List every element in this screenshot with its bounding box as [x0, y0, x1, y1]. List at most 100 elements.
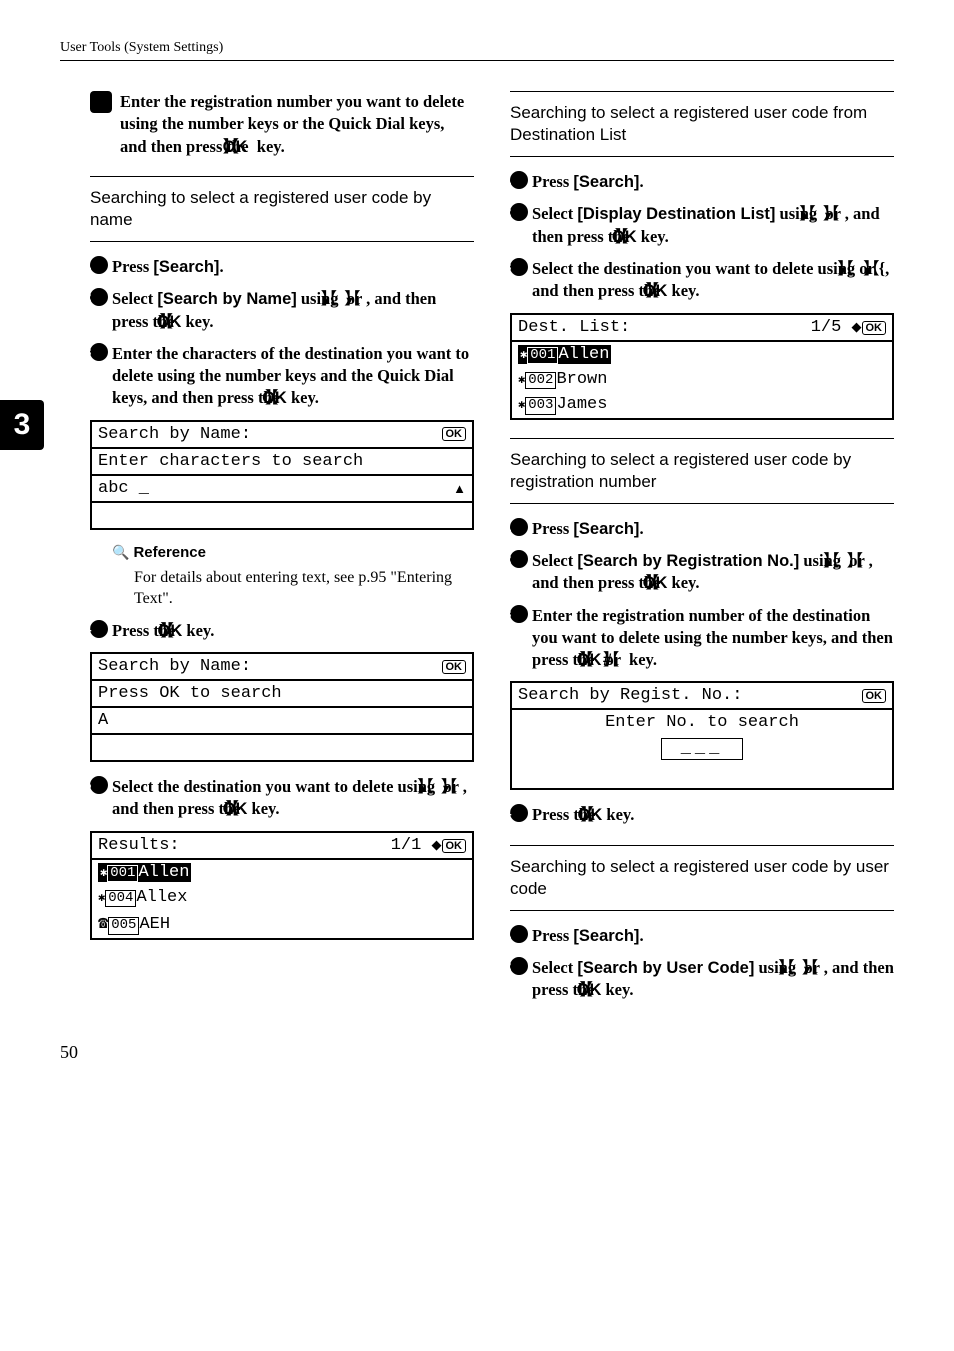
destination-icon — [100, 863, 107, 882]
substep-1: 1Press [Search]. — [90, 256, 474, 278]
substep-2: 2Select [Search by Name] using or , and … — [90, 288, 474, 333]
dest-name: Allen — [138, 863, 189, 882]
screen-input-box: ___ — [661, 738, 743, 760]
substep-1: 1Press [Search]. — [510, 925, 894, 947]
substep-3: 3Enter the characters of the destination… — [90, 343, 474, 410]
substep-2: 2Select [Search by Registration No.] usi… — [510, 550, 894, 595]
section-title: Searching to select a registered user co… — [510, 91, 894, 157]
substep-number-icon: 3 — [510, 605, 528, 623]
page-indicator: 1/1 — [391, 836, 422, 855]
dest-name: AEH — [139, 915, 170, 934]
substep-text: Select — [532, 204, 577, 223]
substep-text: key. — [182, 621, 214, 640]
dest-number: 004 — [105, 890, 136, 907]
substep-number-icon: 3 — [510, 258, 528, 276]
substep-text: key. — [625, 650, 657, 669]
menu-item-label: [Search by User Code] — [577, 959, 754, 977]
dest-number: 001 — [107, 865, 138, 882]
ok-indicator-icon: OK — [862, 689, 887, 703]
substep-number-icon: 1 — [510, 925, 528, 943]
dest-number: 005 — [108, 917, 139, 934]
screen-prompt: Press OK to search — [98, 684, 282, 703]
search-button-label: [Search] — [573, 927, 639, 945]
dest-name: James — [556, 395, 607, 414]
substep-number-icon: 1 — [510, 171, 528, 189]
substep-text: Press — [112, 257, 153, 276]
substep-number-icon: 5 — [90, 776, 108, 794]
substep-text: key. — [602, 805, 634, 824]
substep-text: key. — [637, 227, 669, 246]
lcd-screen: Dest. List: 1/5 ◆OK 001Allen 002Brown 00… — [510, 313, 894, 420]
substep-text: key. — [287, 388, 319, 407]
page-number: 50 — [60, 1042, 894, 1063]
updown-indicator-icon: ◆ — [852, 319, 862, 334]
substep-text: Press — [532, 926, 573, 945]
menu-item-label: [Search by Name] — [157, 290, 296, 308]
section-title: Searching to select a registered user co… — [510, 438, 894, 504]
screen-prompt: Enter No. to search — [605, 713, 799, 732]
substep-number-icon: 2 — [510, 203, 528, 221]
screen-title: Results: — [98, 836, 180, 855]
substep-3: 3Select the destination you want to dele… — [510, 258, 894, 303]
substep-text: Select the destination you want to delet… — [532, 259, 859, 278]
dest-name: Brown — [556, 370, 607, 389]
search-button-label: [Search] — [573, 520, 639, 538]
substep-number-icon: 1 — [90, 256, 108, 274]
substep-4: 4Press the OK key. — [510, 804, 894, 826]
up-indicator-icon: ▲ — [453, 481, 466, 496]
substep-number-icon: 2 — [510, 957, 528, 975]
substep-text: Select the destination you want to delet… — [112, 777, 439, 796]
substep-text: Select — [532, 551, 577, 570]
substep-text: key. — [601, 980, 633, 999]
substep-text: Select — [532, 958, 577, 977]
step-text: key. — [253, 137, 285, 156]
substep-text: Press — [532, 172, 573, 191]
destination-icon — [518, 395, 525, 414]
destination-icon — [520, 345, 527, 364]
substep-3: 3Enter the registration number of the de… — [510, 605, 894, 672]
step-number-icon: 6 — [90, 91, 112, 113]
substep-number-icon: 2 — [90, 288, 108, 306]
substep-number-icon: 1 — [510, 518, 528, 536]
dest-number: 001 — [527, 347, 558, 364]
substep-2: 2Select [Search by User Code] using or ,… — [510, 957, 894, 1002]
substep-text: Select — [112, 289, 157, 308]
step-6: 6 Enter the registration number you want… — [90, 91, 474, 158]
screen-prompt: Enter characters to search — [98, 452, 363, 471]
substep-1: 1Press [Search]. — [510, 171, 894, 193]
substep-text: key. — [667, 573, 699, 592]
destination-icon — [518, 370, 525, 389]
updown-indicator-icon: ◆ — [432, 837, 442, 852]
screen-title: Dest. List: — [518, 318, 630, 337]
lcd-screen: Results: 1/1 ◆OK 001Allen 004Allex 005AE… — [90, 831, 474, 940]
substep-number-icon: 3 — [90, 343, 108, 361]
lcd-screen: Search by Regist. No.: OK Enter No. to se… — [510, 681, 894, 790]
dest-name: Allen — [558, 345, 609, 364]
dest-number: 002 — [525, 372, 556, 389]
lcd-screen: Search by Name:OK Press OK to search A — [90, 652, 474, 762]
magnifier-icon — [112, 544, 133, 561]
chapter-tab: 3 — [0, 400, 44, 450]
substep-text: . — [639, 519, 643, 538]
substep-text: . — [639, 172, 643, 191]
screen-input: abc _ — [98, 479, 149, 498]
substep-1: 1Press [Search]. — [510, 518, 894, 540]
menu-item-label: [Search by Registration No.] — [577, 552, 799, 570]
substep-text: key. — [247, 799, 279, 818]
substep-text: Press — [532, 519, 573, 538]
step-text: Enter the registration number you want t… — [120, 92, 464, 156]
substep-number-icon: 2 — [510, 550, 528, 568]
screen-title: Search by Name: — [98, 425, 251, 444]
substep-number-icon: 4 — [510, 804, 528, 822]
screen-title: Search by Regist. No.: — [518, 686, 742, 705]
substep-5: 5Select the destination you want to dele… — [90, 776, 474, 821]
substep-4: 4Press the OK key. — [90, 620, 474, 642]
reference-heading: Reference — [112, 544, 474, 561]
substep-number-icon: 4 — [90, 620, 108, 638]
section-title: Searching to select a registered user co… — [90, 176, 474, 242]
dest-number: 003 — [525, 397, 556, 414]
ok-indicator-icon: OK — [862, 321, 887, 335]
lcd-screen: Search by Name:OK Enter characters to se… — [90, 420, 474, 530]
search-button-label: [Search] — [573, 173, 639, 191]
section-title: Searching to select a registered user co… — [510, 845, 894, 911]
